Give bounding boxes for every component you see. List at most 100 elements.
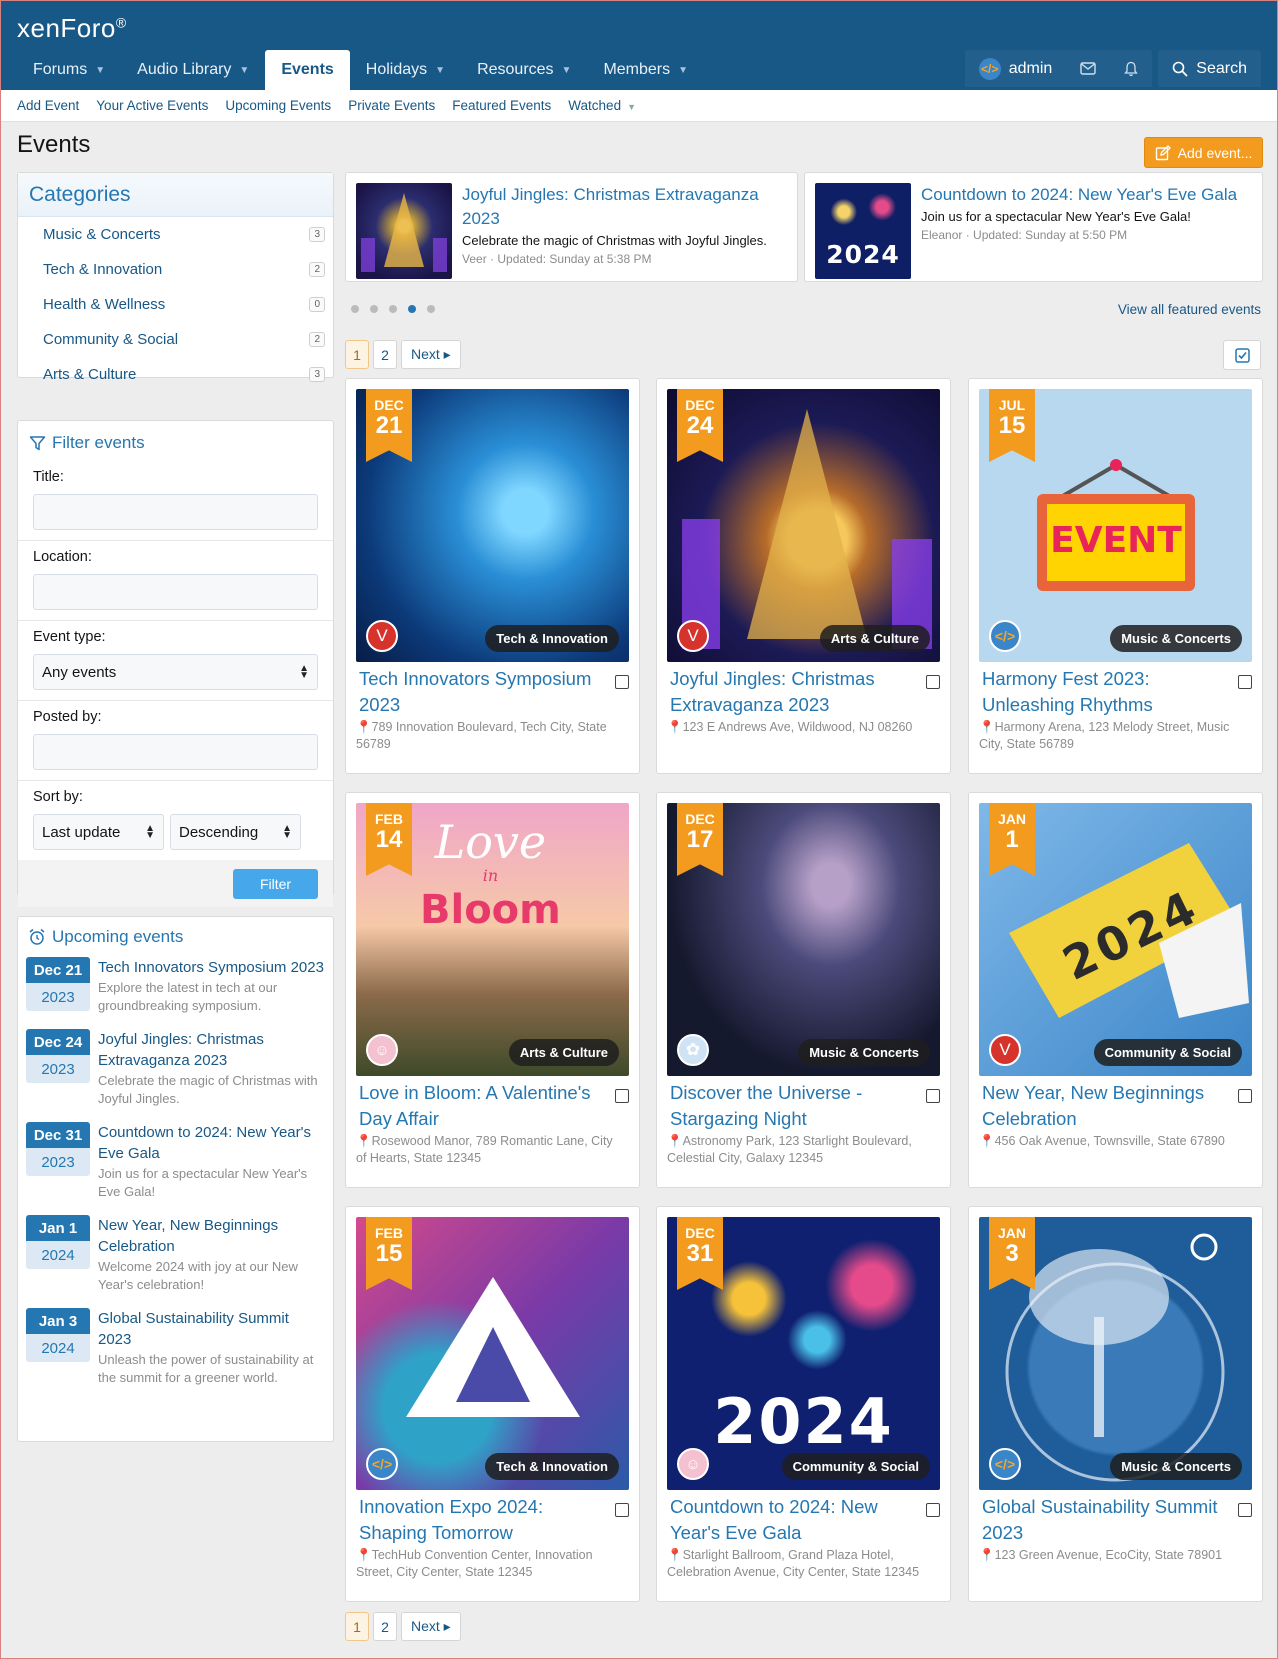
- event-card[interactable]: 2024 DEC 31 ☺ Community & Social Countdow…: [656, 1206, 951, 1602]
- event-card[interactable]: FEB 15 </> Tech & Innovation Innovation E…: [345, 1206, 640, 1602]
- category-tech-innovation[interactable]: Tech & Innovation 2: [18, 252, 333, 287]
- category-music-concerts[interactable]: Music & Concerts 3: [18, 217, 333, 252]
- carousel-dot[interactable]: [389, 305, 397, 313]
- featured-event-image[interactable]: [356, 183, 452, 279]
- carousel-dot[interactable]: [427, 305, 435, 313]
- event-type-select[interactable]: Any events ▲ ▼: [33, 654, 318, 690]
- event-card[interactable]: JAN 3 </> Music & Concerts Global Sustain…: [968, 1206, 1263, 1602]
- next-page-button[interactable]: Next ▸: [401, 1612, 461, 1641]
- subnav-add-event[interactable]: Add Event: [17, 98, 79, 113]
- upcoming-item[interactable]: Dec 24 2023 Joyful Jingles: Christmas Ext…: [18, 1029, 333, 1108]
- event-title[interactable]: Global Sustainability Summit 2023: [982, 1494, 1227, 1546]
- inbox-button[interactable]: [1066, 50, 1110, 87]
- select-checkbox[interactable]: [1238, 675, 1252, 689]
- carousel-dot[interactable]: [351, 305, 359, 313]
- filter-button[interactable]: Filter: [233, 868, 318, 899]
- upcoming-event-title[interactable]: Countdown to 2024: New Year's Eve Gala: [98, 1122, 325, 1164]
- featured-event-card[interactable]: Joyful Jingles: Christmas Extravaganza 2…: [345, 172, 798, 282]
- upcoming-item[interactable]: Dec 21 2023 Tech Innovators Symposium 202…: [18, 957, 333, 1015]
- account-link[interactable]: </> admin: [965, 50, 1067, 87]
- next-page-button[interactable]: Next ▸: [401, 340, 461, 369]
- avatar[interactable]: ☺: [366, 1034, 398, 1066]
- carousel-dot[interactable]: [370, 305, 378, 313]
- sort-order-select[interactable]: Descending ▲ ▼: [170, 814, 301, 850]
- category-chip[interactable]: Music & Concerts: [1110, 1453, 1242, 1480]
- event-title[interactable]: Harmony Fest 2023: Unleashing Rhythms: [982, 666, 1227, 718]
- subnav-your-active-events[interactable]: Your Active Events: [96, 98, 208, 113]
- select-checkbox[interactable]: [926, 1089, 940, 1103]
- subnav-featured-events[interactable]: Featured Events: [452, 98, 551, 113]
- category-chip[interactable]: Music & Concerts: [798, 1039, 930, 1066]
- featured-event-title[interactable]: Joyful Jingles: Christmas Extravaganza 2…: [462, 183, 787, 231]
- chevron-down-icon[interactable]: ▼: [627, 102, 636, 112]
- avatar[interactable]: V: [366, 620, 398, 652]
- avatar[interactable]: V: [989, 1034, 1021, 1066]
- event-image[interactable]: EVENT JUL 15 </> Music & Concerts: [979, 389, 1252, 662]
- category-chip[interactable]: Community & Social: [1093, 1039, 1242, 1066]
- subnav-upcoming-events[interactable]: Upcoming Events: [225, 98, 331, 113]
- category-health-wellness[interactable]: Health & Wellness 0: [18, 287, 333, 322]
- select-checkbox[interactable]: [615, 1089, 629, 1103]
- event-image[interactable]: Love in Bloom FEB 14 ☺ Arts & Culture: [356, 803, 629, 1076]
- chevron-down-icon[interactable]: ▼: [562, 65, 572, 76]
- bulk-select-toggle[interactable]: [1223, 340, 1261, 370]
- upcoming-event-title[interactable]: Joyful Jingles: Christmas Extravaganza 2…: [98, 1029, 325, 1071]
- upcoming-event-title[interactable]: Global Sustainability Summit 2023: [98, 1308, 325, 1350]
- avatar[interactable]: V: [677, 620, 709, 652]
- avatar[interactable]: ✿: [677, 1034, 709, 1066]
- logo[interactable]: xenForo®: [17, 13, 127, 44]
- select-checkbox[interactable]: [615, 1503, 629, 1517]
- title-input[interactable]: [33, 494, 318, 530]
- sort-field-select[interactable]: Last update ▲ ▼: [33, 814, 164, 850]
- event-image[interactable]: JAN 3 </> Music & Concerts: [979, 1217, 1252, 1490]
- location-input[interactable]: [33, 574, 318, 610]
- event-title[interactable]: Innovation Expo 2024: Shaping Tomorrow: [359, 1494, 604, 1546]
- event-title[interactable]: Discover the Universe - Stargazing Night: [670, 1080, 915, 1132]
- nav-tab-audio-library[interactable]: Audio Library ▼: [121, 50, 265, 90]
- category-chip[interactable]: Community & Social: [781, 1453, 930, 1480]
- event-card[interactable]: DEC 24 V Arts & Culture Joyful Jingles: C…: [656, 378, 951, 774]
- select-checkbox[interactable]: [1238, 1503, 1252, 1517]
- add-event-button[interactable]: Add event...: [1144, 137, 1263, 168]
- category-chip[interactable]: Tech & Innovation: [485, 625, 619, 652]
- page-2-button[interactable]: 2: [373, 340, 397, 369]
- upcoming-item[interactable]: Jan 3 2024 Global Sustainability Summit 2…: [18, 1308, 333, 1387]
- nav-tab-resources[interactable]: Resources ▼: [461, 50, 587, 90]
- event-image[interactable]: 2024 JAN 1 V Community & Social: [979, 803, 1252, 1076]
- category-chip[interactable]: Tech & Innovation: [485, 1453, 619, 1480]
- event-title[interactable]: New Year, New Beginnings Celebration: [982, 1080, 1227, 1132]
- nav-tab-holidays[interactable]: Holidays ▼: [350, 50, 461, 90]
- chevron-down-icon[interactable]: ▼: [435, 65, 445, 76]
- avatar[interactable]: ☺: [677, 1448, 709, 1480]
- event-title[interactable]: Joyful Jingles: Christmas Extravaganza 2…: [670, 666, 915, 718]
- upcoming-event-title[interactable]: New Year, New Beginnings Celebration: [98, 1215, 325, 1257]
- category-chip[interactable]: Arts & Culture: [508, 1039, 619, 1066]
- avatar[interactable]: </>: [366, 1448, 398, 1480]
- nav-tab-forums[interactable]: Forums ▼: [17, 50, 121, 90]
- nav-tab-events[interactable]: Events: [265, 50, 350, 90]
- upcoming-item[interactable]: Jan 1 2024 New Year, New Beginnings Celeb…: [18, 1215, 333, 1294]
- search-button[interactable]: Search: [1158, 50, 1261, 87]
- alerts-button[interactable]: [1110, 50, 1152, 87]
- select-checkbox[interactable]: [1238, 1089, 1252, 1103]
- chevron-down-icon[interactable]: ▼: [678, 65, 688, 76]
- upcoming-item[interactable]: Dec 31 2023 Countdown to 2024: New Year's…: [18, 1122, 333, 1201]
- page-1-button[interactable]: 1: [345, 340, 369, 369]
- category-chip[interactable]: Arts & Culture: [819, 625, 930, 652]
- chevron-down-icon[interactable]: ▼: [239, 65, 249, 76]
- posted-by-input[interactable]: [33, 734, 318, 770]
- category-community-social[interactable]: Community & Social 2: [18, 322, 333, 357]
- avatar[interactable]: </>: [989, 1448, 1021, 1480]
- select-checkbox[interactable]: [615, 675, 629, 689]
- nav-tab-members[interactable]: Members ▼: [587, 50, 704, 90]
- category-arts-culture[interactable]: Arts & Culture 3: [18, 357, 333, 392]
- event-image[interactable]: DEC 21 V Tech & Innovation: [356, 389, 629, 662]
- event-title[interactable]: Love in Bloom: A Valentine's Day Affair: [359, 1080, 604, 1132]
- event-image[interactable]: DEC 17 ✿ Music & Concerts: [667, 803, 940, 1076]
- page-1-button[interactable]: 1: [345, 1612, 369, 1641]
- event-card[interactable]: 2024 JAN 1 V Community & Social New Year,…: [968, 792, 1263, 1188]
- avatar[interactable]: </>: [989, 620, 1021, 652]
- event-card[interactable]: EVENT JUL 15 </> Music & Concerts Harmony…: [968, 378, 1263, 774]
- event-card[interactable]: DEC 21 V Tech & Innovation Tech Innovator…: [345, 378, 640, 774]
- event-card[interactable]: Love in Bloom FEB 14 ☺ Arts & Culture Lov…: [345, 792, 640, 1188]
